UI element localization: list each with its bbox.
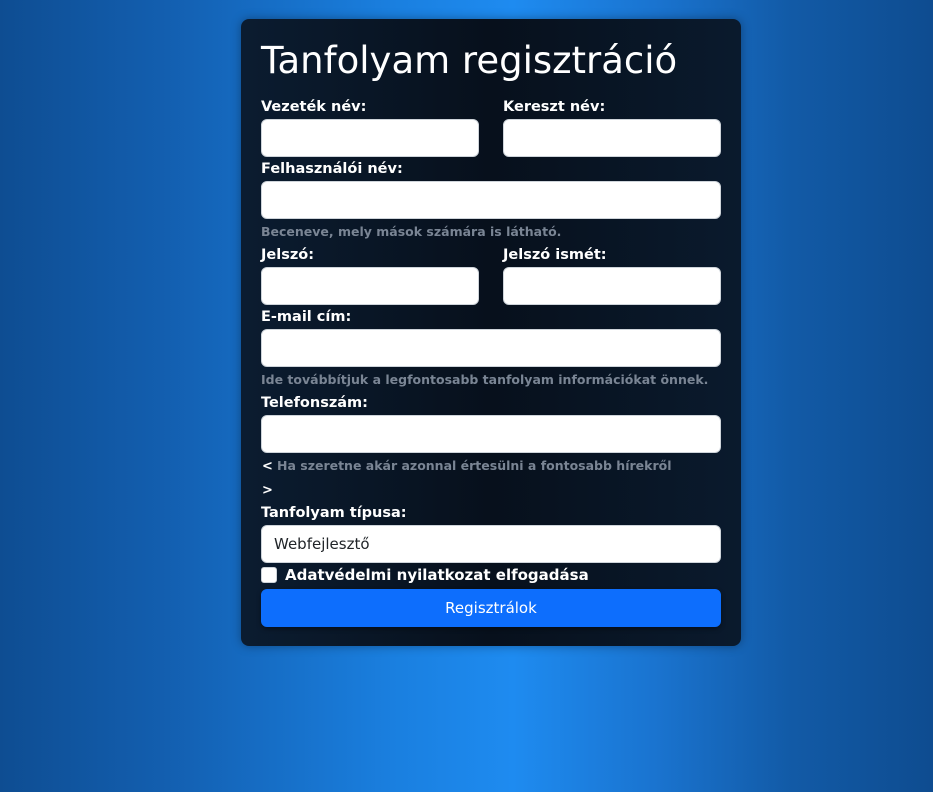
username-label: Felhasználói név:	[261, 161, 403, 177]
email-label: E-mail cím:	[261, 309, 352, 325]
course-type-select[interactable]: Webfejlesztő	[261, 525, 721, 563]
course-type-label: Tanfolyam típusa:	[261, 505, 407, 521]
last-name-input[interactable]	[261, 119, 479, 157]
phone-label: Telefonszám:	[261, 395, 368, 411]
registration-card: Tanfolyam regisztráció Vezeték név: Kere…	[241, 19, 741, 646]
register-button-label: Regisztrálok	[445, 599, 537, 617]
phone-help-close-bracket: >	[262, 483, 273, 498]
phone-help-open-bracket: <	[262, 459, 273, 474]
form-title: Tanfolyam regisztráció	[261, 39, 678, 82]
password-again-input[interactable]	[503, 267, 721, 305]
phone-input[interactable]	[261, 415, 721, 453]
email-input[interactable]	[261, 329, 721, 367]
password-input[interactable]	[261, 267, 479, 305]
first-name-input[interactable]	[503, 119, 721, 157]
email-help-text: Ide továbbítjuk a legfontosabb tanfolyam…	[261, 372, 709, 387]
last-name-label: Vezeték név:	[261, 99, 367, 115]
register-button[interactable]: Regisztrálok	[261, 589, 721, 627]
privacy-label[interactable]: Adatvédelmi nyilatkozat elfogadása	[285, 568, 589, 583]
privacy-checkbox[interactable]	[261, 567, 277, 583]
username-input[interactable]	[261, 181, 721, 219]
phone-help-text: Ha szeretne akár azonnal értesülni a fon…	[277, 458, 672, 473]
course-type-selected-value: Webfejlesztő	[274, 535, 370, 553]
password-again-label: Jelszó ismét:	[503, 247, 607, 263]
username-help-text: Beceneve, mely mások számára is látható.	[261, 224, 562, 239]
first-name-label: Kereszt név:	[503, 99, 606, 115]
password-label: Jelszó:	[261, 247, 315, 263]
